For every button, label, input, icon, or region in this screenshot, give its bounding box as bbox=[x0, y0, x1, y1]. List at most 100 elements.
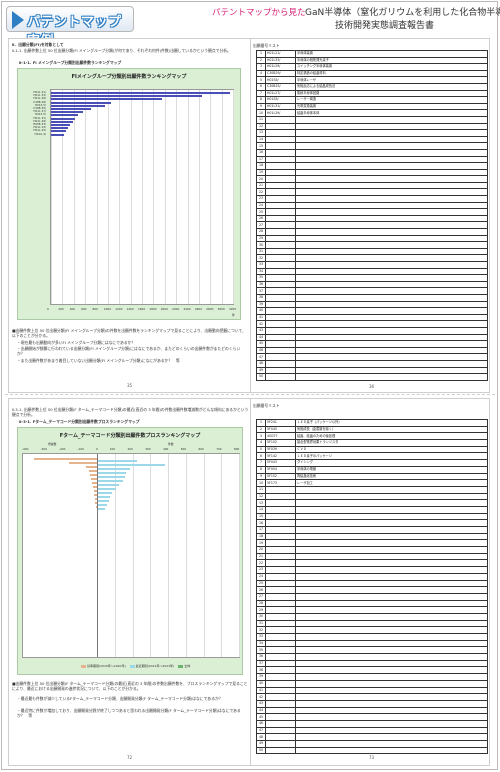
rank-number: 12 bbox=[256, 492, 266, 501]
table-row: 26 bbox=[256, 214, 488, 223]
class-label bbox=[295, 526, 488, 534]
right-tick-label: 600 bbox=[198, 447, 204, 451]
plus-ranking-chart: Fターム_テーマコード分類別出願件数プロスランキングマップ 増減数 件数 -40… bbox=[17, 427, 243, 675]
x-tick-label: 2400 bbox=[183, 307, 191, 311]
left-tick-label: -100 bbox=[77, 447, 84, 451]
rank-number: 40 bbox=[256, 307, 266, 315]
header-subtitle: パテントマップから見た bbox=[212, 8, 306, 18]
table-row: 6 C30B25/気相反応による結晶成長法 bbox=[256, 82, 488, 91]
class-label bbox=[295, 566, 488, 574]
grid-line bbox=[73, 90, 75, 304]
grid-line bbox=[153, 90, 155, 304]
class-label bbox=[295, 606, 488, 614]
table-row: 33 bbox=[256, 633, 488, 641]
class-code: 5F045 bbox=[265, 425, 296, 434]
class-code bbox=[265, 267, 296, 276]
bar-recent-period bbox=[98, 467, 130, 470]
rank-number: 27 bbox=[256, 592, 266, 601]
bar-recent-period bbox=[98, 491, 113, 494]
class-label: レーザー構造 bbox=[295, 96, 488, 104]
class-label bbox=[295, 241, 488, 249]
rank-number: 30 bbox=[256, 241, 266, 249]
bar-recent-period bbox=[98, 483, 120, 486]
table-row: 41 bbox=[256, 686, 488, 695]
class-label: 再結晶化技術 bbox=[295, 472, 488, 481]
grid-line bbox=[96, 90, 98, 304]
left-tick-label: -400 bbox=[22, 447, 29, 451]
rank-number: 13 bbox=[256, 499, 266, 507]
x-tick-label: 800 bbox=[92, 307, 98, 311]
x-axis-unit: 件 bbox=[232, 313, 235, 317]
bar bbox=[51, 98, 162, 101]
rank-number: 1 bbox=[256, 419, 266, 427]
rank-number: 35 bbox=[256, 646, 266, 655]
table-row: 34 bbox=[256, 267, 488, 276]
rank-number: 34 bbox=[256, 267, 266, 276]
table-row: 35 bbox=[256, 646, 488, 655]
class-code bbox=[265, 713, 296, 721]
class-label bbox=[295, 293, 488, 302]
x-tick-label: 3200 bbox=[229, 307, 237, 311]
bar-base-period bbox=[93, 490, 97, 492]
class-label bbox=[295, 512, 488, 521]
table-row: 4 C30B29/特定構造の結晶材料 bbox=[256, 69, 488, 78]
rank-number: 2 bbox=[256, 425, 266, 434]
bar-recent-period bbox=[98, 463, 166, 466]
table-row: 20 bbox=[256, 546, 488, 554]
rank-number: 1 bbox=[256, 50, 266, 58]
table-row: 22 bbox=[256, 188, 488, 197]
class-code bbox=[265, 559, 296, 568]
grid-line bbox=[107, 90, 109, 304]
rank-number: 32 bbox=[256, 254, 266, 262]
rank-number: 50 bbox=[256, 746, 266, 755]
class-code: 5F241 bbox=[265, 419, 296, 427]
rank-number: 47 bbox=[256, 353, 266, 361]
rank-number: 31 bbox=[256, 619, 266, 628]
class-label bbox=[295, 287, 488, 295]
rank-number: 16 bbox=[256, 148, 266, 157]
rank-number: 38 bbox=[256, 293, 266, 302]
class-label bbox=[295, 706, 488, 715]
class-label bbox=[295, 155, 488, 164]
class-code bbox=[265, 195, 296, 203]
left-tick-label: 0 bbox=[96, 447, 98, 451]
header-title-line2: 技術開発実態調査報告書 bbox=[335, 21, 435, 31]
right-tick-label: 200 bbox=[127, 447, 133, 451]
rank-number: 14 bbox=[256, 135, 266, 144]
table-row: 33 bbox=[256, 261, 488, 269]
x-tick-label: 3000 bbox=[217, 307, 225, 311]
class-code bbox=[265, 699, 296, 708]
class-code: H01L33/ bbox=[265, 56, 296, 65]
chart-plot-area bbox=[22, 453, 240, 658]
class-label: ＬＥＤ素子のパッケージ bbox=[295, 452, 488, 461]
class-code bbox=[265, 340, 296, 348]
table-row: 13 bbox=[256, 499, 488, 507]
table-row: 49 bbox=[256, 366, 488, 375]
rank-number: 20 bbox=[256, 546, 266, 554]
report-header: パテントマップ実例 パテントマップから見た GaN半導体（窒化ガリウムを利用した… bbox=[2, 2, 500, 49]
bar bbox=[51, 127, 69, 130]
x-tick-label: 200 bbox=[58, 307, 64, 311]
rank-number: 25 bbox=[256, 579, 266, 588]
rank-number: 33 bbox=[256, 633, 266, 641]
table-row: 40 bbox=[256, 679, 488, 688]
rank-number: 41 bbox=[256, 686, 266, 695]
class-label: 半導体の個別発光素子 bbox=[295, 56, 488, 65]
class-label bbox=[295, 653, 488, 661]
class-code: H01L29/ bbox=[265, 109, 296, 117]
class-code bbox=[265, 673, 296, 681]
class-code bbox=[265, 221, 296, 230]
table-row: 16 bbox=[256, 148, 488, 157]
rank-number: 19 bbox=[256, 168, 266, 177]
class-code: 5F043 bbox=[265, 459, 296, 467]
table-row: 15 bbox=[256, 512, 488, 521]
table-row: 50 bbox=[256, 746, 488, 755]
class-label: ＣＶＤ bbox=[295, 445, 488, 454]
table-row: 34 bbox=[256, 639, 488, 648]
class-label bbox=[295, 726, 488, 735]
class-code bbox=[265, 619, 296, 628]
class-code bbox=[265, 659, 296, 668]
table-row: 50 bbox=[256, 373, 488, 381]
class-code bbox=[265, 168, 296, 177]
class-label bbox=[295, 175, 488, 183]
